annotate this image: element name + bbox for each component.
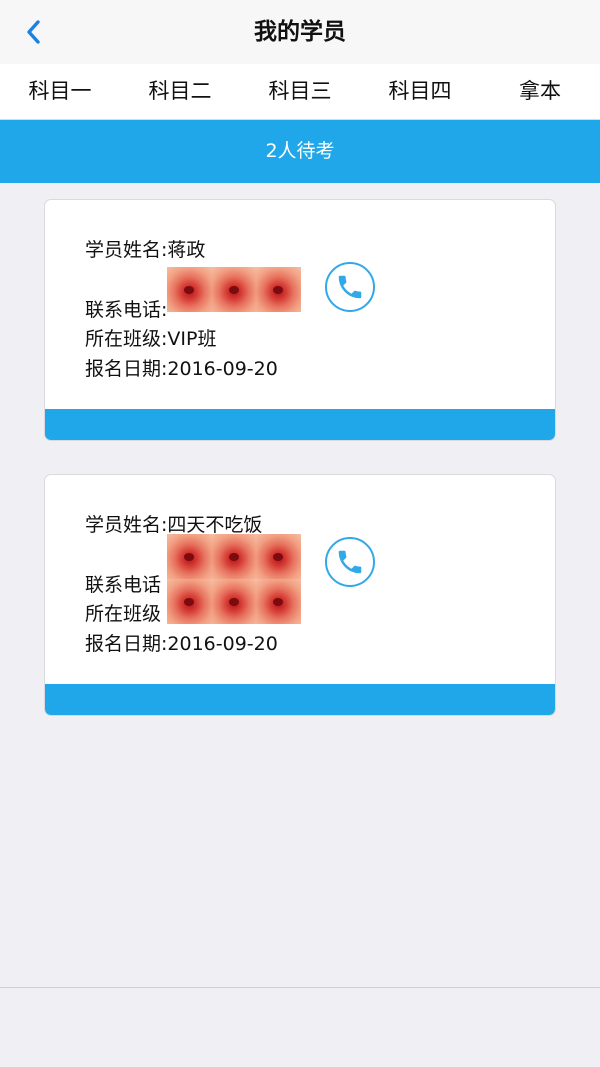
tab-subject-1[interactable]: 科目一 bbox=[0, 64, 120, 119]
student-name: 学员姓名:四天不吃饭 bbox=[85, 514, 263, 536]
pending-exam-banner: 2人待考 bbox=[0, 120, 600, 183]
redaction-mosaic bbox=[167, 267, 301, 312]
tab-license[interactable]: 拿本 bbox=[480, 64, 600, 119]
redaction-mosaic bbox=[167, 534, 301, 624]
student-name: 学员姓名:蒋政 bbox=[85, 239, 206, 261]
subject-tabs: 科目一 科目二 科目三 科目四 拿本 bbox=[0, 64, 600, 120]
student-phone: 联系电话 bbox=[85, 574, 162, 596]
card-footer-bar bbox=[45, 409, 555, 440]
back-button[interactable] bbox=[18, 17, 48, 47]
chevron-left-icon bbox=[27, 20, 40, 44]
student-card: 学员姓名:蒋政 联系电话: 所在班级:VIP班 报名日期:2016-09-20 bbox=[44, 199, 556, 441]
tab-subject-4[interactable]: 科目四 bbox=[360, 64, 480, 119]
card-footer-bar bbox=[45, 684, 555, 715]
student-class: 所在班级:VIP班 bbox=[85, 328, 217, 350]
page-title: 我的学员 bbox=[254, 19, 346, 45]
student-phone: 联系电话: bbox=[85, 299, 168, 321]
tab-subject-3[interactable]: 科目三 bbox=[240, 64, 360, 119]
nav-bar: 我的学员 bbox=[0, 0, 600, 64]
bottom-divider bbox=[0, 987, 600, 988]
student-class: 所在班级 bbox=[85, 603, 162, 625]
phone-icon bbox=[338, 275, 362, 299]
tab-subject-2[interactable]: 科目二 bbox=[120, 64, 240, 119]
student-signup-date: 报名日期:2016-09-20 bbox=[85, 358, 278, 380]
student-card: 学员姓名:四天不吃饭 联系电话 所在班级 报名日期:2016-09-20 bbox=[44, 474, 556, 716]
student-signup-date: 报名日期:2016-09-20 bbox=[85, 633, 278, 655]
phone-icon bbox=[338, 550, 362, 574]
call-button[interactable] bbox=[325, 262, 375, 312]
call-button[interactable] bbox=[325, 537, 375, 587]
